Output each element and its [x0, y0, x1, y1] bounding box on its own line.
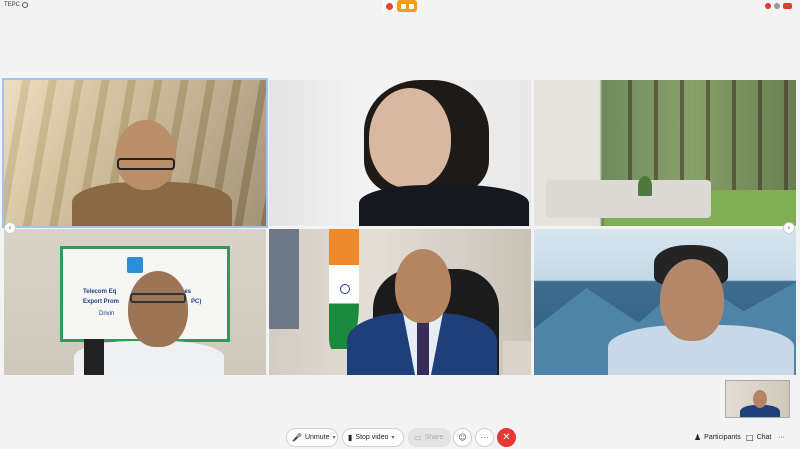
- sofa: [546, 180, 711, 218]
- more-icon: ···: [480, 433, 489, 442]
- live-badge: [783, 3, 792, 9]
- window-controls: [765, 3, 792, 9]
- end-call-button[interactable]: ✕: [497, 428, 516, 447]
- more-panel-icon: ···: [778, 434, 785, 441]
- person-head: [660, 259, 724, 341]
- app-title: TEPC: [4, 2, 29, 8]
- meeting-toolbar: 🎤 Unmute ▾ ▮ Stop video ▾ ▭ Share ☺ ··· …: [0, 426, 800, 448]
- chat-icon: □: [746, 432, 754, 442]
- tie: [417, 321, 429, 375]
- self-view-tile[interactable]: [725, 380, 790, 418]
- participant-tile-5[interactable]: [269, 229, 531, 375]
- participant-tile-6[interactable]: [534, 229, 796, 375]
- alert-icon[interactable]: [765, 3, 771, 9]
- unmute-button[interactable]: 🎤 Unmute ▾: [286, 428, 338, 447]
- glasses: [130, 293, 186, 303]
- participants-button[interactable]: ♟ Participants: [692, 428, 744, 447]
- glasses: [117, 158, 175, 170]
- plant: [638, 176, 652, 196]
- person-head: [395, 249, 451, 323]
- unmute-label: Unmute: [304, 434, 330, 441]
- window-frame: [269, 229, 299, 329]
- chevron-down-icon[interactable]: ▾: [332, 434, 335, 441]
- person-body: [359, 185, 529, 226]
- ashoka-chakra-icon: [340, 284, 350, 294]
- participant-tile-2[interactable]: [269, 80, 531, 226]
- self-view-head: [753, 390, 767, 408]
- media-status-icon[interactable]: [397, 0, 417, 12]
- record-icon[interactable]: [383, 0, 395, 12]
- logo-icon: [127, 257, 143, 273]
- shield-icon: [22, 2, 29, 8]
- participants-label: Participants: [704, 434, 741, 441]
- video-camera-icon: ▮: [348, 432, 353, 442]
- participants-icon: ♟: [694, 432, 702, 442]
- sign-line-3: Export Prom: [83, 299, 120, 305]
- participant-tile-3[interactable]: [534, 80, 796, 226]
- meeting-status-pill[interactable]: [383, 0, 417, 12]
- shelf: [503, 341, 531, 375]
- chair-back: [84, 339, 104, 375]
- share-screen-icon: ▭: [414, 432, 422, 442]
- settings-icon[interactable]: [774, 3, 780, 9]
- person-head: [128, 271, 188, 347]
- app-title-text: TEPC: [4, 2, 21, 8]
- share-button[interactable]: ▭ Share: [408, 428, 451, 447]
- chat-button[interactable]: □ Chat: [744, 428, 774, 447]
- prev-page-button[interactable]: ‹: [4, 222, 16, 234]
- person-head: [369, 88, 451, 188]
- sign-line-1: Telecom Eq: [83, 289, 117, 295]
- mic-off-icon: 🎤: [292, 432, 302, 442]
- participant-tile-4[interactable]: Telecom Eq ces Export Prom PC) Drivin: [4, 229, 266, 375]
- stop-video-button[interactable]: ▮ Stop video ▾: [342, 428, 404, 447]
- sign-line-4: PC): [191, 299, 202, 305]
- chat-label: Chat: [756, 434, 772, 441]
- share-label: Share: [424, 434, 444, 441]
- more-panel-button[interactable]: ···: [776, 428, 794, 447]
- person-head: [116, 120, 176, 190]
- more-options-button[interactable]: ···: [475, 428, 494, 447]
- smiley-icon: ☺: [458, 432, 467, 442]
- next-page-button[interactable]: ›: [783, 222, 795, 234]
- close-icon: ✕: [502, 432, 511, 443]
- participant-tile-1[interactable]: [2, 78, 268, 228]
- sign-line-5: Drivin: [99, 311, 115, 317]
- chevron-down-icon[interactable]: ▾: [392, 434, 395, 441]
- top-bar: TEPC: [0, 0, 800, 14]
- reactions-button[interactable]: ☺: [453, 428, 472, 447]
- stop-video-label: Stop video: [355, 434, 389, 441]
